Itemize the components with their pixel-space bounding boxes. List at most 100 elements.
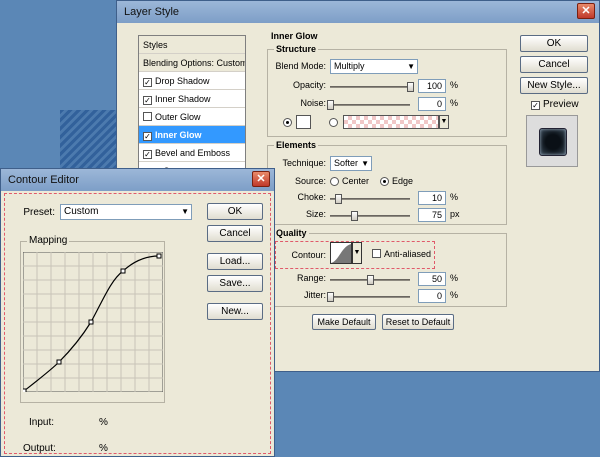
blend-mode-value: Multiply xyxy=(334,61,365,71)
size-slider[interactable] xyxy=(330,211,410,221)
styles-list-item[interactable]: ✓ Inner Shadow xyxy=(139,90,245,108)
opacity-slider-thumb[interactable] xyxy=(407,82,414,92)
styles-list-label: Drop Shadow xyxy=(155,76,210,86)
noise-slider[interactable] xyxy=(327,100,410,110)
styles-list-item[interactable]: ✓ Inner Glow xyxy=(139,126,245,144)
source-edge-radio[interactable] xyxy=(380,177,389,186)
choke-unit: % xyxy=(450,192,459,202)
ce-save-button[interactable]: Save... xyxy=(207,275,263,292)
jitter-label: Jitter: xyxy=(303,290,326,300)
source-edge-label: Edge xyxy=(392,176,414,186)
gradient-radio[interactable] xyxy=(329,118,338,127)
mapping-group: Mapping xyxy=(20,235,165,403)
mapping-label: Mapping xyxy=(27,235,70,246)
ce-load-button[interactable]: Load... xyxy=(207,253,263,270)
styles-list-item[interactable]: Styles xyxy=(139,36,245,54)
curve-point[interactable] xyxy=(120,268,126,274)
jitter-slider[interactable] xyxy=(327,292,410,302)
technique-dropdown[interactable]: Softer ▼ xyxy=(330,156,372,171)
input-unit: % xyxy=(99,417,108,428)
style-checkbox[interactable]: ✓ xyxy=(143,96,152,105)
style-checkbox[interactable]: ✓ xyxy=(143,78,152,87)
styles-list-item[interactable]: ✓ Drop Shadow xyxy=(139,72,245,90)
reset-default-button[interactable]: Reset to Default xyxy=(382,314,454,330)
chevron-down-icon: ▼ xyxy=(440,118,448,125)
elements-title: Elements xyxy=(274,140,319,150)
close-button[interactable]: ✕ xyxy=(252,171,270,187)
close-button[interactable]: ✕ xyxy=(577,3,595,19)
styles-list-label: Blending Options: Custom xyxy=(143,58,246,68)
ce-ok-button[interactable]: OK xyxy=(207,203,263,220)
curve-point[interactable] xyxy=(56,359,62,365)
style-checkbox[interactable] xyxy=(143,112,152,121)
source-label: Source: xyxy=(294,176,326,186)
make-default-button[interactable]: Make Default xyxy=(312,314,376,330)
range-slider[interactable] xyxy=(330,275,410,285)
curve-point[interactable] xyxy=(23,388,27,392)
preview-box[interactable]: ✓ xyxy=(531,101,540,110)
chevron-down-icon: ▼ xyxy=(407,62,415,71)
preview-thumbnail xyxy=(526,115,578,167)
jitter-unit: % xyxy=(450,290,459,300)
preview-checkbox[interactable]: ✓ Preview xyxy=(531,99,579,110)
blend-mode-dropdown[interactable]: Multiply ▼ xyxy=(330,59,418,74)
choke-slider[interactable] xyxy=(330,194,410,204)
jitter-input[interactable]: 0 xyxy=(418,289,446,303)
range-label: Range: xyxy=(296,273,326,283)
source-center-label: Center xyxy=(342,176,370,186)
contour-editor-title: Contour Editor xyxy=(8,174,79,186)
curve-point[interactable] xyxy=(156,253,162,259)
styles-list-item[interactable]: Blending Options: Custom xyxy=(139,54,245,72)
ce-cancel-button[interactable]: Cancel xyxy=(207,225,263,242)
range-slider-thumb[interactable] xyxy=(367,275,374,285)
style-checkbox[interactable]: ✓ xyxy=(143,132,152,141)
window-title: Layer Style xyxy=(124,6,180,18)
ce-new-button[interactable]: New... xyxy=(207,303,263,320)
size-slider-thumb[interactable] xyxy=(351,211,358,221)
noise-unit: % xyxy=(450,98,459,108)
opacity-unit: % xyxy=(450,80,459,90)
styles-list-label: Inner Glow xyxy=(155,130,202,140)
curve-point[interactable] xyxy=(88,319,94,325)
source-center-radio[interactable] xyxy=(330,177,339,186)
gradient-swatch[interactable] xyxy=(343,115,439,129)
jitter-slider-thumb[interactable] xyxy=(327,292,334,302)
choke-slider-thumb[interactable] xyxy=(335,194,342,204)
styles-list-label: Outer Glow xyxy=(155,112,201,122)
preset-dropdown[interactable]: Custom ▼ xyxy=(60,204,192,220)
opacity-input[interactable]: 100 xyxy=(418,79,446,93)
styles-list-item[interactable]: Outer Glow xyxy=(139,108,245,126)
glow-color-swatch[interactable] xyxy=(296,115,311,129)
contour-graph[interactable] xyxy=(23,252,163,392)
styles-list-item[interactable]: ✓ Bevel and Emboss xyxy=(139,144,245,162)
ok-button[interactable]: OK xyxy=(520,35,588,52)
output-label: Output: xyxy=(23,443,56,454)
noise-input[interactable]: 0 xyxy=(418,97,446,111)
chevron-down-icon: ▼ xyxy=(181,207,189,216)
noise-slider-thumb[interactable] xyxy=(327,100,334,110)
elements-group: Elements Technique: Softer ▼ Source: Cen… xyxy=(267,140,507,225)
contour-highlight xyxy=(275,241,435,269)
range-input[interactable]: 50 xyxy=(418,272,446,286)
contour-editor-titlebar[interactable]: Contour Editor ✕ xyxy=(1,169,274,191)
cancel-button[interactable]: Cancel xyxy=(520,56,588,73)
output-unit: % xyxy=(99,443,108,454)
styles-list-label: Bevel and Emboss xyxy=(155,148,231,158)
opacity-slider[interactable] xyxy=(330,82,414,92)
choke-input[interactable]: 10 xyxy=(418,191,446,205)
style-checkbox[interactable]: ✓ xyxy=(143,150,152,159)
blend-mode-label: Blend Mode: xyxy=(275,61,326,71)
gradient-dropdown[interactable]: ▼ xyxy=(439,115,449,129)
new-style-button[interactable]: New Style... xyxy=(520,77,588,94)
styles-list-label: Styles xyxy=(143,40,168,50)
contour-editor-window: Contour Editor ✕ Preset: Custom ▼ Mappin… xyxy=(0,168,275,457)
technique-value: Softer xyxy=(334,158,359,168)
preview-swatch xyxy=(539,128,567,156)
solid-color-radio[interactable] xyxy=(283,118,292,127)
layer-style-titlebar[interactable]: Layer Style ✕ xyxy=(117,1,599,23)
close-icon: ✕ xyxy=(256,173,266,185)
noise-label: Noise: xyxy=(300,98,326,108)
size-input[interactable]: 75 xyxy=(418,208,446,222)
preset-label: Preset: xyxy=(23,207,55,218)
close-icon: ✕ xyxy=(581,5,591,17)
